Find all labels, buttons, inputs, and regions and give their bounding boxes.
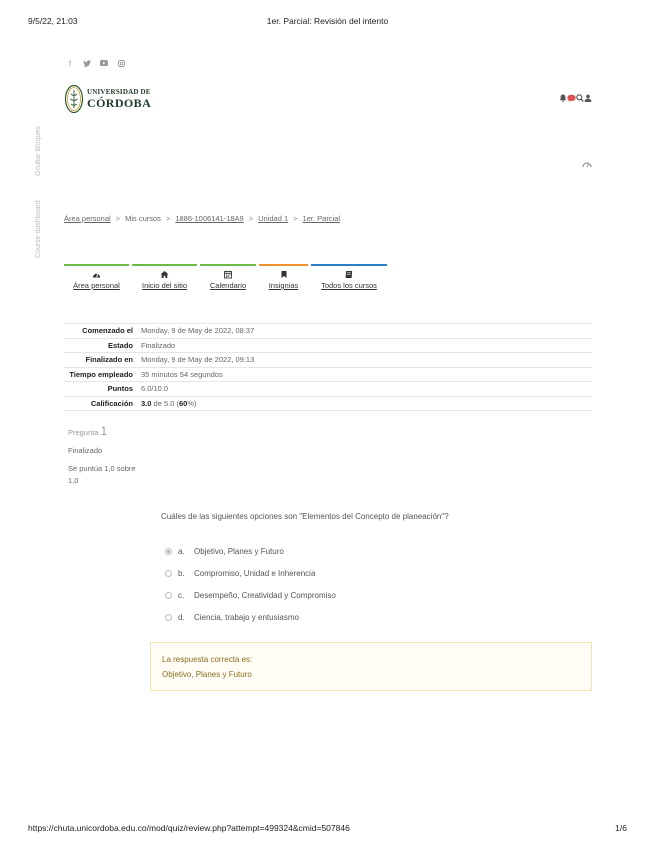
breadcrumb-separator: > [293,214,298,223]
summary-time-value: 35 minutos 54 segundos [141,369,223,379]
answer-option-c[interactable]: c. Desempeño, Creatividad y Compromiso [165,584,336,606]
social-links: f [66,59,125,68]
nav-tile-site-home[interactable]: Inicio del sitio [132,264,197,290]
question-number: Pregunta 1 [68,424,138,438]
radio-button[interactable] [165,547,172,555]
youtube-icon[interactable] [100,59,108,67]
nav-tile-label: Calendario [209,281,247,290]
answer-letter: b. [178,568,185,578]
answer-option-a[interactable]: a. Objetivo, Planes y Futuro [165,540,336,562]
university-logo[interactable]: UNIVERSIDAD DE CÓRDOBA [64,84,151,114]
nav-tile-label: Inicio del sitio [141,281,188,290]
grade-out-of: de 5.0 ( [151,398,179,408]
summary-points-value: 6.0/10.0 [141,384,169,394]
table-row: Estado Finalizado [64,338,592,353]
quick-nav-tiles: Área personal Inicio del sitio Calendari… [64,264,387,290]
logo-line1: UNIVERSIDAD DE [87,88,151,96]
breadcrumb-separator: > [115,214,121,223]
question-grade: Se puntúa 1,0 sobre 1,0 [68,464,136,485]
calendar-icon [224,270,232,279]
breadcrumb-quiz[interactable]: 1er. Parcial [303,214,341,223]
user-menu-icons [559,94,592,102]
answer-option-b[interactable]: b. Compromiso, Unidad e Inherencia [165,562,336,584]
summary-finished-label: Finalizado en [85,355,133,365]
question-number-value: 1 [100,424,108,438]
answer-letter: c. [178,590,185,600]
print-footer: https://chuta.unicordoba.edu.co/mod/quiz… [0,823,655,835]
twitter-icon[interactable] [83,59,91,67]
summary-points-label: Puntos [107,384,133,394]
notification-bell-icon[interactable] [559,94,567,102]
print-page-number: 1/6 [615,823,627,833]
university-crest-icon [64,84,84,114]
table-row: Puntos 6.0/10.0 [64,381,592,397]
summary-started-value: Monday, 9 de May de 2022, 08:37 [141,326,255,336]
summary-grade-label: Calificación [90,398,133,408]
grade-close: %) [187,398,197,408]
answer-letter: d. [178,612,185,622]
dashboard-gauge-icon[interactable] [582,160,592,168]
table-row: Comenzado el Monday, 9 de May de 2022, 0… [64,323,592,339]
breadcrumb-my-courses: Mis cursos [125,214,161,223]
summary-time-label: Tiempo empleado [69,369,133,379]
attempt-summary-table: Comenzado el Monday, 9 de May de 2022, 0… [64,323,592,411]
feedback-answer: Objetivo, Planes y Futuro [162,670,252,679]
answer-text: Objetivo, Planes y Futuro [194,546,284,556]
summary-grade-value: 3.0 de 5.0 (60%) [138,396,592,411]
answer-text: Compromiso, Unidad e Inherencia [194,568,316,578]
course-dashboard-link[interactable]: Course dashboard [35,200,42,258]
print-url: https://chuta.unicordoba.edu.co/mod/quiz… [28,823,350,833]
question-state: Finalizado [68,446,103,455]
nav-tile-label: Insignias [268,281,299,290]
nav-tile-label: Área personal [73,281,120,290]
table-row: Calificación 3.0 de 5.0 (60%) [64,396,592,411]
nav-tile-dashboard[interactable]: Área personal [64,264,129,290]
hide-blocks-link[interactable]: Ocultar Bloques [35,126,42,176]
summary-started-label: Comenzado el [82,326,133,336]
answer-text: Ciencia, trabajo y entusiasmo [194,612,299,622]
bookmark-icon [281,271,286,278]
nav-tile-label: Todos los cursos [321,281,377,290]
question-label: Pregunta [68,428,99,437]
question-info: Pregunta 1 Finalizado Se puntúa 1,0 sobr… [68,424,138,487]
radio-button[interactable] [165,569,172,577]
answer-option-d[interactable]: d. Ciencia, trabajo y entusiasmo [165,606,336,628]
breadcrumb-course[interactable]: 1886-1006141-18A9 [175,214,243,223]
answer-text: Desempeño, Creatividad y Compromiso [194,590,336,600]
print-header: 9/5/22, 21:03 1er. Parcial: Revisión del… [0,16,655,28]
summary-state-value: Finalizado [141,340,176,350]
correct-answer-feedback: La respuesta correcta es: Objetivo, Plan… [150,642,592,691]
table-row: Finalizado en Monday, 9 de May de 2022, … [64,352,592,368]
home-icon [160,271,169,278]
dashboard-icon [92,273,101,278]
nav-tile-all-courses[interactable]: Todos los cursos [311,264,387,290]
nav-tile-badges[interactable]: Insignias [259,264,308,290]
search-icon[interactable] [576,94,584,102]
radio-button[interactable] [165,591,172,599]
radio-button[interactable] [165,613,172,621]
answer-options: a. Objetivo, Planes y Futuro b. Compromi… [165,540,336,628]
facebook-icon[interactable]: f [66,59,74,68]
book-icon [345,271,353,278]
table-row: Tiempo empleado 35 minutos 54 segundos [64,367,592,382]
print-title: 1er. Parcial: Revisión del intento [266,16,389,26]
logo-line2: CÓRDOBA [87,96,152,110]
summary-state-label: Estado [107,340,133,350]
user-avatar-icon[interactable] [584,94,592,102]
breadcrumb: Área personal > Mis cursos > 1886-100614… [64,214,340,223]
feedback-label: La respuesta correcta es: [162,655,253,664]
answer-letter: a. [178,546,185,556]
question-text: Cuáles de las siguientes opciones son "E… [161,512,449,521]
breadcrumb-separator: > [248,214,254,223]
breadcrumb-separator: > [165,214,171,223]
nav-tile-calendar[interactable]: Calendario [200,264,256,290]
summary-finished-value: Monday, 9 de May de 2022, 09:13 [141,355,255,365]
breadcrumb-unit[interactable]: Unidad 1 [258,214,288,223]
instagram-icon[interactable] [117,59,125,67]
breadcrumb-home[interactable]: Área personal [64,214,111,223]
grade-score: 3.0 [141,398,152,408]
messages-icon[interactable] [567,94,576,102]
